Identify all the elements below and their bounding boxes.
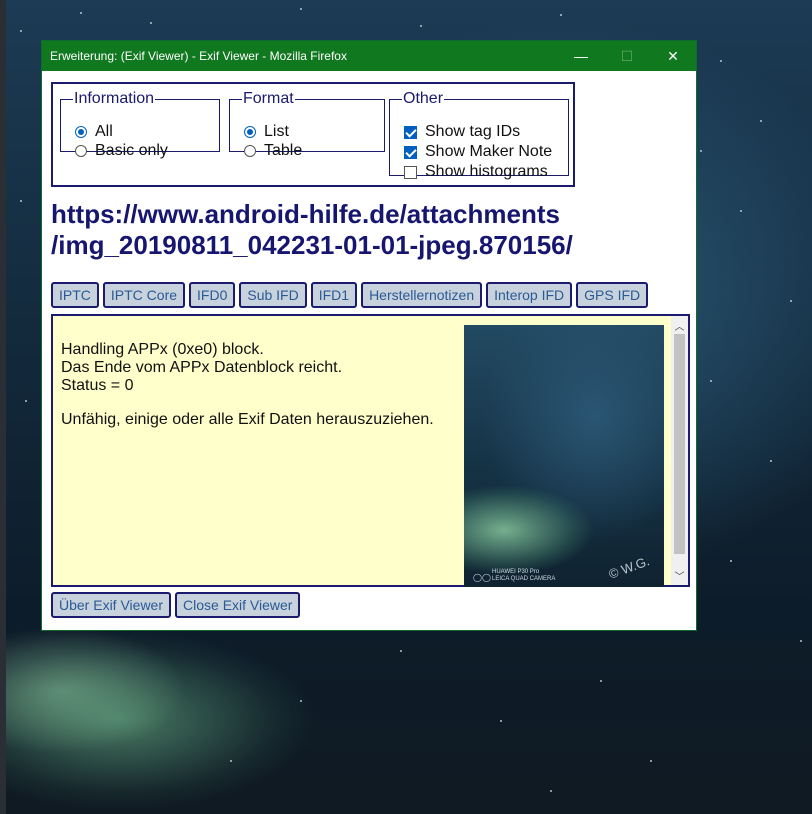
options-panel: Information All Basic only Format List T…	[51, 82, 575, 187]
information-all-option[interactable]: All	[75, 123, 113, 141]
title-bar[interactable]: Erweiterung: (Exif Viewer) - Exif Viewer…	[42, 41, 696, 71]
tab-ifd1[interactable]: IFD1	[310, 282, 358, 308]
tab-iptc-core[interactable]: IPTC Core	[102, 282, 186, 308]
footer-buttons: Über Exif Viewer Close Exif Viewer	[51, 592, 301, 618]
camera-logo-icon: ◯◯	[473, 573, 491, 582]
other-legend: Other	[403, 90, 444, 107]
format-group: Format List Table	[229, 90, 385, 159]
minimize-button[interactable]: —	[558, 41, 604, 71]
format-list-radio[interactable]	[244, 126, 256, 138]
scroll-up-icon[interactable]: ︿	[671, 318, 688, 333]
show-histograms-checkbox[interactable]	[404, 165, 417, 179]
information-legend: Information	[74, 90, 155, 107]
scroll-down-icon[interactable]: ﹀	[671, 568, 688, 583]
other-group: Other Show tag IDs Show Maker Note Show …	[389, 90, 569, 180]
tab-ifd0[interactable]: IFD0	[189, 282, 236, 308]
error-message: Unfähig, einige oder alle Exif Daten her…	[61, 411, 434, 428]
format-table-radio[interactable]	[244, 145, 256, 157]
tab-gps-ifd[interactable]: GPS IFD	[576, 282, 649, 308]
information-basic-option[interactable]: Basic only	[75, 142, 168, 160]
image-url-heading: https://www.android-hilfe.de/attachments…	[51, 199, 671, 261]
show-maker-note-option[interactable]: Show Maker Note	[404, 143, 552, 161]
photo-watermark: © W.G.	[606, 553, 652, 582]
status-messages: Handling APPx (0xe0) block. Das Ende vom…	[61, 341, 434, 429]
information-group: Information All Basic only	[60, 90, 220, 159]
exif-section-tabs: IPTC IPTC Core IFD0 Sub IFD IFD1 Herstel…	[51, 282, 649, 308]
window-title: Erweiterung: (Exif Viewer) - Exif Viewer…	[50, 49, 347, 63]
exif-viewer-window: Erweiterung: (Exif Viewer) - Exif Viewer…	[41, 40, 697, 631]
tab-herstellernotizen[interactable]: Herstellernotizen	[361, 282, 483, 308]
exif-output-panel: Handling APPx (0xe0) block. Das Ende vom…	[51, 314, 690, 587]
status-line: Handling APPx (0xe0) block.	[61, 341, 264, 358]
about-exif-viewer-button[interactable]: Über Exif Viewer	[51, 592, 172, 618]
image-thumbnail: ◯◯ HUAWEI P30 Pro LEICA QUAD CAMERA © W.G…	[464, 325, 664, 587]
tab-sub-ifd[interactable]: Sub IFD	[239, 282, 307, 308]
vertical-scrollbar[interactable]: ︿ ﹀	[671, 316, 688, 585]
close-exif-viewer-button[interactable]: Close Exif Viewer	[175, 592, 301, 618]
tab-interop-ifd[interactable]: Interop IFD	[486, 282, 573, 308]
information-basic-radio[interactable]	[75, 145, 87, 157]
camera-caption: HUAWEI P30 Pro LEICA QUAD CAMERA	[492, 569, 556, 582]
tab-iptc[interactable]: IPTC	[51, 282, 99, 308]
maximize-button[interactable]: ☐	[604, 41, 650, 71]
information-all-radio[interactable]	[75, 126, 87, 138]
close-window-button[interactable]: ✕	[650, 41, 696, 71]
status-line: Status = 0	[61, 377, 134, 394]
format-table-option[interactable]: Table	[244, 142, 302, 160]
image-url-line-2: /img_20190811_042231-01-01-jpeg.870156/	[51, 230, 573, 260]
show-histograms-option[interactable]: Show histograms	[404, 163, 548, 181]
show-tag-ids-option[interactable]: Show tag IDs	[404, 123, 520, 141]
show-maker-note-checkbox[interactable]	[404, 145, 417, 159]
show-tag-ids-checkbox[interactable]	[404, 125, 417, 139]
left-screen-edge	[0, 0, 6, 814]
format-legend: Format	[243, 90, 294, 107]
image-url-line-1: https://www.android-hilfe.de/attachments	[51, 199, 560, 229]
status-line: Das Ende vom APPx Datenblock reicht.	[61, 359, 343, 376]
scrollbar-thumb[interactable]	[674, 334, 685, 554]
format-list-option[interactable]: List	[244, 123, 289, 141]
